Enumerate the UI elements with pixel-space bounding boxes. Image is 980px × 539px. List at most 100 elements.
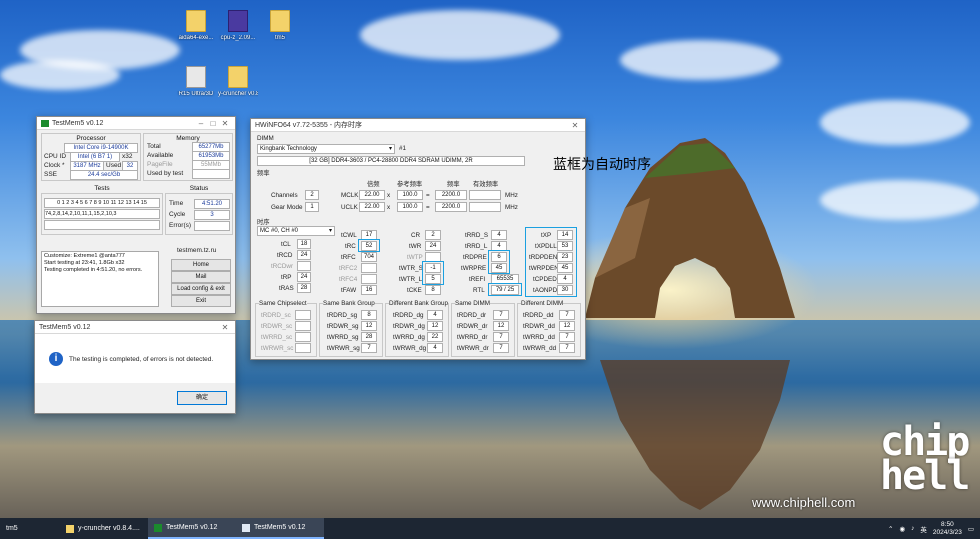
input-language[interactable]: 英	[920, 524, 927, 534]
test-numbers: 0 1 2 3 4 5 6 7 8 9 10 11 12 13 14 15	[44, 198, 160, 208]
close-icon[interactable]: ✕	[569, 121, 581, 130]
timing-value: 24	[297, 250, 311, 260]
site-link[interactable]: testmem.tz.ru	[177, 247, 216, 254]
testmem-window: TestMem5 v0.12 – □ ✕ Processor Intel Cor…	[36, 116, 236, 314]
channels-value: 2	[305, 190, 319, 200]
mail-button[interactable]: Mail	[171, 271, 231, 283]
auto-timing-box	[422, 261, 444, 285]
folder-icon	[66, 524, 74, 533]
close-icon[interactable]: ✕	[219, 119, 231, 128]
taskbar-item-tm5[interactable]: tm5	[0, 518, 60, 539]
cpuz-app-icon	[228, 10, 248, 32]
desktop-icon-r15[interactable]: R15 Ultra/3D	[176, 66, 216, 97]
testmem-app-icon	[41, 119, 49, 127]
dialog-message: The testing is completed, of errors is n…	[69, 356, 214, 363]
desktop-icon-ycruncher[interactable]: y-cruncher v0.8.4.9538	[218, 66, 258, 97]
info-icon: i	[49, 352, 63, 366]
dialog-titlebar[interactable]: TestMem5 v0.12 ✕	[35, 321, 235, 334]
folder-icon	[270, 10, 290, 32]
exit-button[interactable]: Exit	[171, 295, 231, 307]
load-config-button[interactable]: Load config & exit	[171, 283, 231, 295]
window-icon	[242, 523, 250, 532]
processor-group: Processor Intel Core i9-14900K CPU ID In…	[41, 133, 141, 181]
hwinfo-window: HWiNFO64 v7.72-5355 - 内存时序 ✕ DIMM Kingba…	[250, 118, 586, 360]
hwinfo-title: HWiNFO64 v7.72-5355 - 内存时序	[255, 122, 362, 129]
r15-app-icon	[186, 66, 206, 88]
hwinfo-titlebar[interactable]: HWiNFO64 v7.72-5355 - 内存时序 ✕	[251, 119, 585, 132]
auto-timing-box	[488, 283, 522, 296]
auto-timing-box	[358, 239, 380, 252]
desktop-icon-cpuz[interactable]: cpu-z_2.09...	[218, 10, 258, 41]
taskbar-item-testmem-1[interactable]: TestMem5 v0.12	[148, 518, 236, 539]
watermark-text: www.chiphell.com	[752, 495, 856, 510]
maximize-icon[interactable]: □	[207, 119, 219, 128]
taskbar-item-testmem-2[interactable]: TestMem5 v0.12	[236, 518, 324, 539]
dimm-description: [32 GB] DDR4-3603 / PC4-28800 DDR4 SDRAM…	[257, 156, 525, 166]
mclk-effective	[469, 190, 501, 200]
status-cycle: 3	[194, 210, 230, 220]
testmem-title: TestMem5 v0.12	[52, 119, 104, 127]
chevron-up-icon[interactable]: ⌃	[888, 525, 893, 533]
cloud	[360, 10, 560, 60]
timing-value	[361, 274, 377, 284]
timing-value: 8	[425, 285, 441, 295]
uclk-reference: 100.0	[397, 202, 423, 212]
speaker-icon[interactable]: ♪	[911, 525, 914, 532]
mclk-frequency: 2200.0	[435, 190, 467, 200]
cloud	[620, 40, 780, 80]
memory-used-by-test	[192, 169, 230, 179]
completion-dialog: TestMem5 v0.12 ✕ i The testing is comple…	[34, 320, 236, 414]
status-group: Status Time 4:51.20 Cycle 3 Error(s)	[165, 185, 233, 235]
status-time: 4:51.20	[194, 199, 230, 209]
chiphell-logo: chip hell	[880, 419, 970, 499]
sse-speed: 24.4 sec/Gb	[70, 170, 138, 180]
home-button[interactable]: Home	[171, 259, 231, 271]
timing-value: 4	[491, 230, 507, 240]
clock[interactable]: 8:50 2024/3/23	[933, 521, 962, 537]
timing-value: 28	[297, 283, 311, 293]
folder-icon	[186, 10, 206, 32]
auto-timing-box	[525, 227, 577, 297]
taskbar-item-ycruncher[interactable]: y-cruncher v0.8.4....	[60, 518, 148, 539]
timing-value	[297, 261, 311, 271]
chevron-down-icon: ▾	[328, 228, 332, 234]
timing-value	[361, 263, 377, 273]
cloud	[0, 60, 120, 90]
timing-value: 24	[425, 241, 441, 251]
test-sequence: 74,2,8,14,2,10,11,1,15,2,10,3	[44, 209, 160, 219]
annotation-text: 蓝框为自动时序	[553, 157, 651, 173]
timing-value: 24	[297, 272, 311, 282]
testmem-app-icon	[154, 523, 162, 532]
timing-value: 16	[361, 285, 377, 295]
rock-reflection	[600, 360, 790, 510]
mclk-reference: 100.0	[397, 190, 423, 200]
folder-icon	[228, 66, 248, 88]
close-icon[interactable]: ✕	[219, 323, 231, 332]
auto-timing-box	[488, 250, 510, 274]
tests-group: Tests 0 1 2 3 4 5 6 7 8 9 10 11 12 13 14…	[41, 185, 163, 235]
cloud	[820, 180, 980, 220]
desktop-icon-aida64[interactable]: aida64-exe...	[176, 10, 216, 41]
timing-value: 2	[425, 230, 441, 240]
memory-controller-select[interactable]: MC #0, CH #0 ▾	[257, 226, 335, 236]
uclk-multiplier: 22.00	[359, 202, 385, 212]
testmem-titlebar[interactable]: TestMem5 v0.12 – □ ✕	[37, 117, 235, 130]
ok-button[interactable]: 确定	[177, 391, 227, 405]
uclk-effective	[469, 202, 501, 212]
chevron-down-icon: ▾	[388, 146, 392, 152]
timing-value: 704	[361, 252, 377, 262]
cloud	[820, 100, 970, 145]
test-progress	[44, 220, 160, 230]
timing-value: 18	[297, 239, 311, 249]
notification-icon[interactable]: ▭	[968, 525, 974, 533]
desktop-icon-tm5[interactable]: tm5	[260, 10, 300, 41]
memory-group: Memory Total 65277Mb Available 61953Mb P…	[143, 133, 233, 181]
network-icon[interactable]: ◉	[900, 525, 906, 533]
gear-mode-value: 1	[305, 202, 319, 212]
status-errors	[194, 221, 230, 231]
system-tray: ⌃ ◉ ♪ 英 8:50 2024/3/23 ▭	[888, 518, 974, 539]
dimm-select[interactable]: Kingbank Technology ▾	[257, 144, 395, 154]
minimize-icon[interactable]: –	[195, 119, 207, 128]
uclk-frequency: 2200.0	[435, 202, 467, 212]
dialog-title: TestMem5 v0.12	[39, 323, 91, 331]
